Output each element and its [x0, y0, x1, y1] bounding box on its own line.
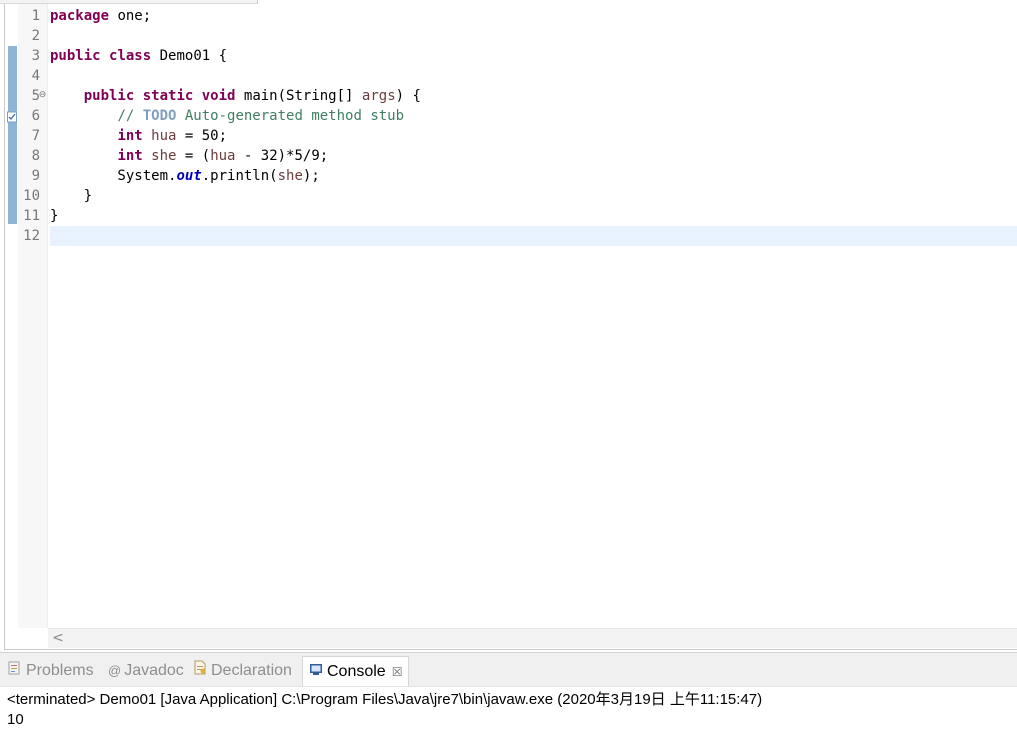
tab-problems[interactable]: Problems — [8, 657, 94, 685]
code-editor[interactable]: 1 package one; 2 3 public class Demo01 { 4 5 p… — [0, 0, 1017, 652]
declaration-icon — [193, 657, 207, 685]
code-token: ); — [302, 168, 320, 184]
tab-label: Problems — [26, 662, 94, 680]
code-token: .println( — [201, 168, 278, 184]
line-number: 5 — [31, 88, 40, 104]
code-token: System. — [50, 168, 177, 184]
tab-label: Javadoc — [124, 662, 184, 680]
code-token: = ( — [176, 148, 211, 164]
code-token: args — [361, 88, 396, 104]
tab-declaration[interactable]: Declaration — [193, 657, 292, 685]
code-token: public — [83, 88, 135, 104]
current-line-highlight — [50, 226, 1017, 246]
code-token: - 32)*5/9; — [235, 148, 329, 164]
tab-javadoc[interactable]: @ Javadoc — [108, 657, 184, 685]
close-icon[interactable]: ☒ — [392, 657, 403, 687]
bottom-panel: Problems @ Javadoc Declaration Console ☒ <… — [0, 652, 1017, 728]
code-token: } — [50, 188, 93, 204]
code-token: = 50; — [176, 128, 228, 144]
code-token: int — [117, 128, 143, 144]
tab-label: Console — [327, 663, 386, 681]
console-icon — [309, 657, 323, 687]
code-token: class — [109, 48, 152, 64]
code-token: Auto-generated method stub — [176, 108, 405, 124]
code-token: // — [117, 108, 143, 124]
line-number: 9 — [31, 168, 40, 184]
code-token: one; — [109, 8, 152, 24]
code-line[interactable]: public static void main(String[] args) { — [50, 86, 421, 106]
line-number: 8 — [31, 148, 40, 164]
code-token: ) { — [395, 88, 421, 104]
code-token: she — [277, 168, 303, 184]
line-number: 4 — [31, 68, 40, 84]
code-lines: 1 package one; 2 3 public class Demo01 { 4 5 p… — [0, 0, 1017, 628]
line-number: 1 — [31, 8, 40, 24]
at-icon: @ — [108, 663, 122, 678]
code-token: hua — [210, 148, 236, 164]
code-token: she — [151, 148, 177, 164]
code-token: main(String[] — [235, 88, 362, 104]
line-number: 3 — [31, 48, 40, 64]
collapse-icon[interactable]: ⊖ — [38, 91, 47, 100]
scroll-left-icon[interactable]: < — [50, 630, 66, 647]
line-number: 11 — [23, 208, 40, 224]
code-line[interactable]: } — [50, 186, 92, 206]
code-token: hua — [151, 128, 177, 144]
problems-icon — [8, 657, 22, 685]
code-token: Demo01 { — [151, 48, 228, 64]
code-line[interactable]: } — [50, 206, 58, 226]
code-token: int — [117, 148, 143, 164]
line-number: 6 — [31, 108, 40, 124]
line-number: 7 — [31, 128, 40, 144]
line-number: 10 — [23, 188, 40, 204]
code-line[interactable]: public class Demo01 { — [50, 46, 227, 66]
code-token: } — [50, 208, 59, 224]
code-line[interactable]: // TODO Auto-generated method stub — [50, 106, 404, 126]
code-token: void — [201, 88, 236, 104]
console-output[interactable]: 10 — [7, 711, 24, 729]
code-line[interactable]: int she = (hua - 32)*5/9; — [50, 146, 328, 166]
horizontal-scrollbar[interactable]: < — [48, 628, 1017, 648]
code-token: TODO — [142, 108, 177, 124]
code-token: static — [142, 88, 194, 104]
code-line[interactable]: System.out.println(she); — [50, 166, 320, 186]
code-line[interactable]: package one; — [50, 6, 151, 26]
tab-label: Declaration — [211, 662, 292, 680]
task-icon[interactable] — [7, 110, 17, 123]
code-token: out — [176, 168, 202, 184]
code-token: public — [50, 48, 101, 64]
code-token: package — [50, 8, 110, 24]
line-number: 2 — [31, 28, 40, 44]
tab-console[interactable]: Console ☒ — [302, 656, 410, 687]
panel-tab-bar: Problems @ Javadoc Declaration Console ☒ — [0, 653, 1017, 687]
code-line[interactable]: int hua = 50; — [50, 126, 227, 146]
line-number: 12 — [23, 228, 40, 244]
console-status: <terminated> Demo01 [Java Application] C… — [7, 691, 763, 708]
